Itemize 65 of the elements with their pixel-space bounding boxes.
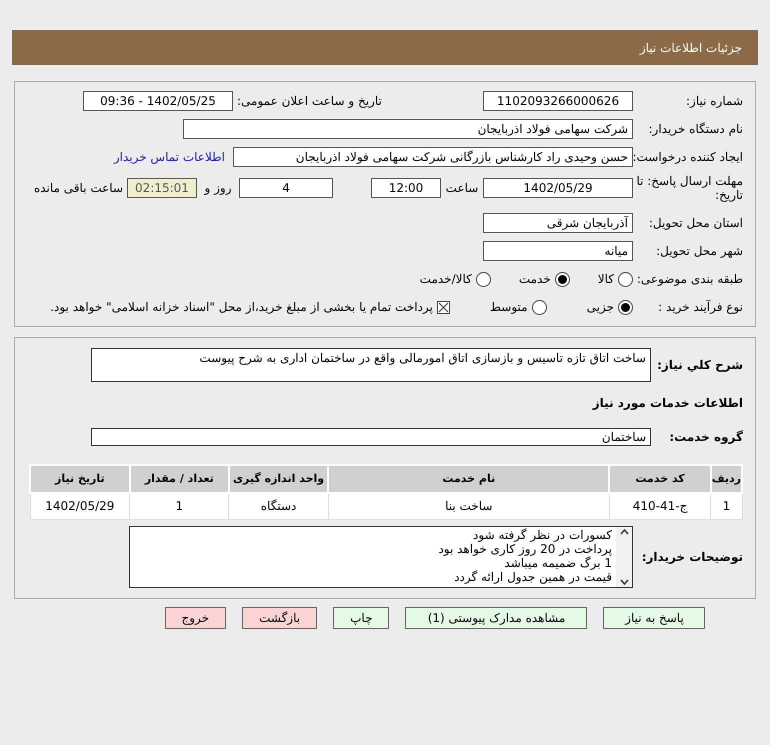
column-header: ردیف: [710, 465, 742, 493]
checkbox-label: پرداخت تمام یا بخشی از مبلغ خرید،از محل "اسناد خزانه اسلامی" خواهد بود.: [50, 299, 433, 316]
action-button[interactable]: چاپ: [333, 606, 390, 628]
deadline-time-field: 12:00: [371, 178, 441, 198]
note-line: پرداخت در 20 روز کاری خواهد بود: [437, 542, 612, 556]
table-cell: ساخت بنا: [328, 493, 610, 519]
field-label: روز و: [203, 180, 232, 197]
field-label: ایجاد کننده درخواست:: [633, 149, 743, 166]
note-line: کسورات در نظر گرفته شود: [472, 528, 612, 542]
buyer-org-field: شرکت سهامی فولاد اذربایجان: [183, 119, 633, 139]
table-cell: 1: [710, 493, 742, 519]
table-cell: 1: [130, 493, 229, 519]
field-label: مهلت ارسال پاسخ: تا تاریخ:: [635, 174, 743, 202]
radio-label: خدمت: [518, 271, 551, 288]
column-header: کد خدمت: [609, 465, 711, 493]
requester-field: حسن وحیدی راد کارشناس بازرگانی شرکت سهامی فولاد اذربایجان: [233, 147, 633, 167]
action-button[interactable]: بازگشت: [242, 606, 318, 628]
column-header: تعداد / مقدار: [130, 465, 229, 493]
service-group-field: ساختمان: [91, 428, 651, 446]
field-label: استان محل تحویل:: [648, 215, 743, 232]
deadline-date-field: 1402/05/29: [483, 178, 633, 198]
province-field: آذربایجان شرقی: [483, 213, 633, 233]
radio-button[interactable]: [554, 272, 570, 286]
radio-button[interactable]: [618, 300, 633, 314]
radio-button[interactable]: [618, 272, 633, 286]
radio-label: متوسط: [490, 299, 528, 316]
field-label: نوع فرآیند خرید :: [657, 299, 743, 316]
days-field: 4: [239, 178, 333, 198]
need-number-field: 1102093266000626: [483, 91, 633, 111]
column-header: تاریخ نیاز: [30, 465, 130, 493]
table-cell: 1402/05/29: [30, 493, 130, 519]
description-field: ساخت اتاق تازه تاسیس و بازسازی اتاق امورمالی واقع در ساختمان اداری به شرح پیوست: [91, 348, 651, 382]
announce-date-field: 1402/05/25 - 09:36: [83, 91, 233, 111]
table-cell: دستگاه: [228, 493, 328, 519]
radio-label: کالا/خدمت: [420, 271, 472, 288]
field-label: توضیحات خریدار:: [640, 548, 743, 566]
contact-link[interactable]: اطلاعات تماس خریدار: [114, 148, 225, 166]
field-label: شرح کلي نیاز:: [656, 357, 743, 374]
radio-label: جزیی: [586, 299, 614, 316]
column-header: نام خدمت: [328, 465, 610, 493]
field-label: شهر محل تحویل:: [655, 243, 743, 260]
section-title: اطلاعات خدمات مورد نیاز: [591, 395, 743, 412]
scroll-up-icon[interactable]: [620, 528, 628, 534]
column-header: واحد اندازه گیری: [228, 465, 328, 493]
table-cell: ج-41-410: [609, 493, 711, 519]
action-button[interactable]: مشاهده مدارک پیوستی (1): [405, 606, 588, 628]
scroll-down-icon[interactable]: [620, 578, 628, 584]
field-label: ساعت باقی مانده: [34, 180, 123, 197]
page-header: جزئیات اطلاعات نیاز: [12, 30, 758, 65]
action-button[interactable]: پاسخ به نیاز: [603, 606, 706, 628]
city-field: میانه: [483, 241, 633, 261]
note-line: 1 برگ ضمیمه میباشد: [504, 556, 612, 570]
checkbox[interactable]: [436, 300, 450, 314]
field-label: شماره نیاز:: [685, 93, 743, 110]
remaining-time-field: 02:15:01: [127, 178, 197, 198]
field-label: نام دستگاه خریدار:: [648, 121, 743, 138]
field-label: تاریخ و ساعت اعلان عمومی:: [236, 93, 383, 110]
action-button[interactable]: خروج: [164, 606, 226, 628]
field-label: گروه خدمت:: [668, 429, 743, 446]
field-label: ساعت: [444, 180, 480, 197]
radio-button[interactable]: [532, 300, 547, 314]
field-label: طبقه بندی موضوعی:: [636, 271, 743, 288]
radio-button[interactable]: [476, 272, 491, 286]
radio-label: کالا: [598, 271, 614, 288]
note-line: قیمت در همین جدول ارائه گردد: [453, 570, 612, 584]
